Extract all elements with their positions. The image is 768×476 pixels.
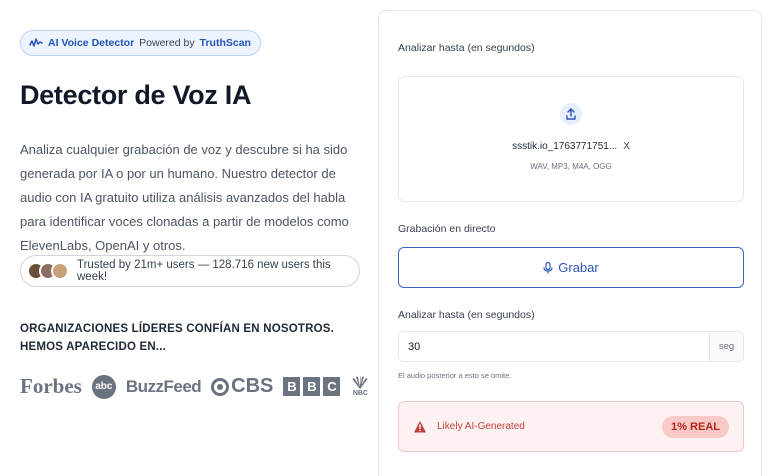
- bbc-block: B: [303, 377, 321, 396]
- seconds-hint: El audio posterior a esto se omite.: [398, 371, 512, 380]
- avatar-group: [27, 262, 69, 280]
- microphone-icon: [543, 261, 553, 273]
- nbc-logo: NBC: [350, 376, 370, 397]
- badge-brand: AI Voice Detector: [48, 37, 135, 49]
- cbs-logo-text: CBS: [231, 375, 274, 397]
- result-text: Likely AI-Generated: [437, 421, 525, 432]
- result-banner: Likely AI-Generated 1% REAL: [398, 401, 744, 452]
- abc-logo: abc: [91, 374, 116, 399]
- upload-dropzone[interactable]: ssstik.io_1763771751... X WAV, MP3, M4A, …: [398, 76, 744, 202]
- forbes-logo: Forbes: [20, 374, 82, 398]
- seconds-input[interactable]: [399, 332, 709, 361]
- record-button-label: Grabar: [558, 260, 599, 275]
- record-button[interactable]: Grabar: [398, 247, 744, 288]
- bbc-block: C: [323, 377, 341, 396]
- nbc-logo-text: NBC: [352, 390, 368, 397]
- remove-file-button[interactable]: X: [623, 141, 630, 152]
- buzzfeed-logo: BuzzFeed: [125, 376, 202, 396]
- detector-card: Analizar hasta (en segundos) ssstik.io_1…: [378, 10, 762, 476]
- trust-text: Trusted by 21m+ users — 128.716 new user…: [77, 259, 331, 283]
- warning-icon: [414, 420, 426, 432]
- seconds-label: Analizar hasta (en segundos): [398, 309, 535, 321]
- waveform-icon: [29, 38, 43, 47]
- cbs-logo: CBS: [211, 375, 273, 398]
- press-logos: Forbes abc BuzzFeed CBS B B C NBC: [20, 374, 370, 399]
- seconds-field: seg: [398, 331, 744, 362]
- uploaded-file: ssstik.io_1763771751... X: [399, 141, 743, 152]
- supported-formats: WAV, MP3, M4A, OGG: [530, 162, 612, 171]
- peacock-icon: [353, 376, 368, 389]
- avatar: [51, 262, 69, 280]
- orgs-heading: ORGANIZACIONES LÍDERES CONFÍAN EN NOSOTR…: [20, 323, 335, 353]
- badge-powered-by: Powered by: [139, 37, 195, 49]
- cbs-eye-icon: [211, 377, 230, 396]
- page-title: Detector de Voz IA: [20, 80, 252, 110]
- seconds-unit: seg: [709, 332, 743, 361]
- real-score-badge: 1% REAL: [662, 415, 729, 438]
- analyze-label: Analizar hasta (en segundos): [398, 42, 535, 54]
- page-description: Analiza cualquier grabación de voz y des…: [20, 142, 349, 253]
- badge-company: TruthScan: [199, 37, 251, 49]
- product-badge[interactable]: AI Voice Detector Powered by TruthScan: [20, 30, 261, 56]
- trust-pill: Trusted by 21m+ users — 128.716 new user…: [20, 255, 360, 287]
- file-name: ssstik.io_1763771751...: [512, 141, 618, 152]
- bbc-logo: B B C: [283, 377, 341, 396]
- bbc-block: B: [283, 377, 301, 396]
- left-column: AI Voice Detector Powered by TruthScan D…: [20, 0, 368, 476]
- upload-icon[interactable]: [560, 103, 582, 125]
- live-recording-label: Grabación en directo: [398, 223, 496, 235]
